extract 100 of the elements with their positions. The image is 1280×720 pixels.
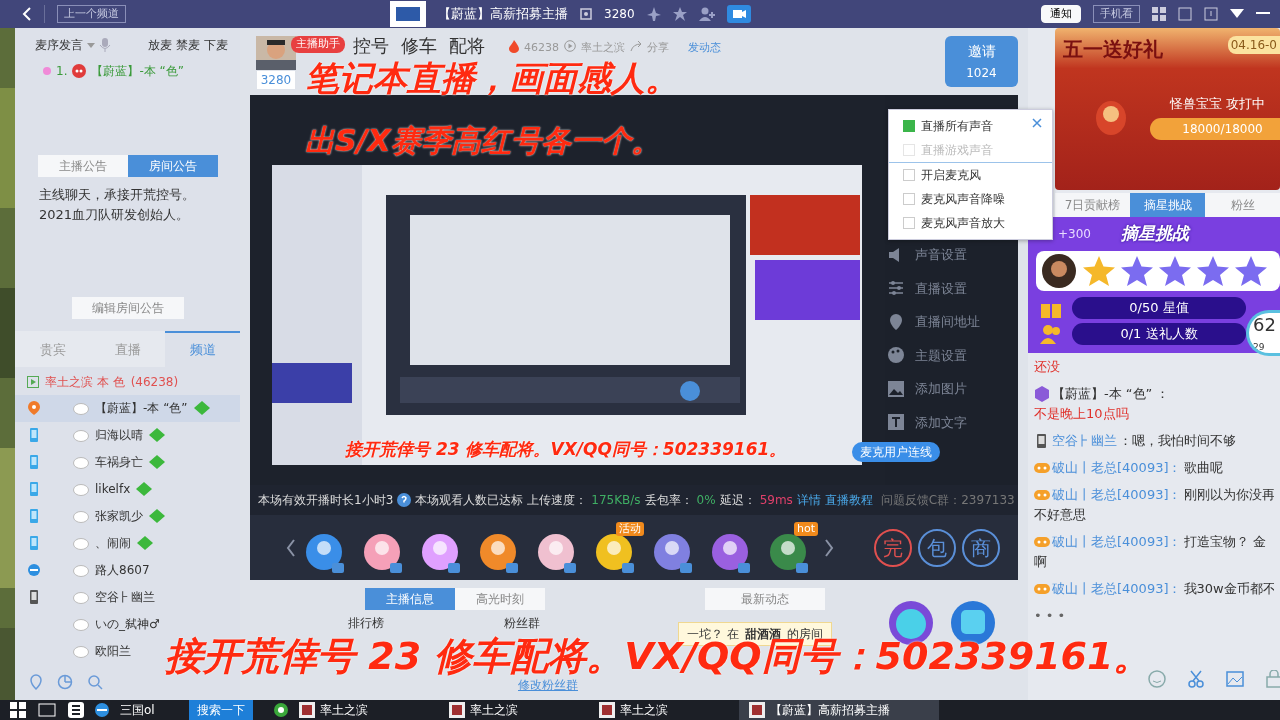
search-button[interactable]: 搜索一下 [188,700,253,720]
ranking-tab[interactable]: 粉丝 [1205,193,1280,217]
user-name[interactable]: いの_弑神♂ [95,615,160,633]
user-name[interactable]: 欧阳兰 [95,642,131,660]
user-row[interactable]: 车祸身亡 [15,448,171,476]
palette-icon[interactable] [887,346,905,365]
mobile-view-button[interactable]: 手机看 [1093,5,1140,23]
user-name[interactable]: 路人8607 [95,561,150,579]
taskbar-item[interactable]: 率土之滨 [438,700,589,720]
queue-index: 1. [56,63,68,80]
latest-news-tab[interactable]: 最新动态 [705,588,825,610]
user-name[interactable]: likelfx [95,480,131,498]
option-label[interactable]: 开启麦克风 [921,166,981,184]
option-label[interactable]: 麦克风声音放大 [921,214,1005,232]
score-value: 62 [1253,313,1277,337]
info-tab[interactable]: 主播信息 [365,588,455,610]
tutorial-link[interactable]: 直播教程 [824,491,873,509]
close-icon[interactable] [1032,118,1042,128]
gift-tag: 活动 [616,521,644,536]
invite-button[interactable]: 邀请 1024 [945,36,1018,87]
taskbar-item[interactable]: 【蔚蓝】高薪招募主播 [738,700,939,720]
start-icon[interactable] [10,702,26,718]
gift-tool-button[interactable]: 商 [962,528,1000,567]
user-name[interactable]: 【蔚蓝】-本 “色” [95,399,188,417]
phone-icon [27,509,41,523]
checkbox[interactable] [903,120,915,132]
star-icon[interactable] [672,7,687,21]
event-banner[interactable]: 五一送好礼 04.16-0 怪兽宝宝 攻打中 18000/18000 [1055,28,1280,190]
checkbox[interactable] [903,169,915,181]
mic-action-link[interactable]: 下麦 [204,36,228,54]
side-menu-item[interactable]: 直播设置 [915,278,967,298]
checkbox[interactable] [903,193,915,205]
info-tab[interactable]: 高光时刻 [455,588,545,610]
minimize-icon[interactable] [1256,12,1270,16]
task-view-icon[interactable] [38,703,56,717]
mic-mode-label[interactable]: 麦序发言 [35,36,83,54]
side-menu-item[interactable]: 主题设置 [915,345,967,365]
help-icon[interactable] [397,493,412,507]
notice-tab[interactable]: 主播公告 [37,155,128,177]
user-name[interactable]: 车祸身亡 [95,453,143,471]
option-label[interactable]: 直播所有声音 [921,117,993,135]
app-taskbar-item[interactable]: 三国ol [110,700,165,720]
logo-icon [390,1,426,27]
image-icon[interactable] [887,379,905,398]
scissors-icon[interactable] [1188,670,1204,688]
add-user-icon[interactable] [698,7,715,21]
side-menu-item[interactable]: 添加文字 [915,412,967,432]
text-icon[interactable] [887,413,905,432]
user-row[interactable]: いの_弑神♂ [15,610,166,638]
app-icon [298,702,315,718]
user-row[interactable]: likelfx [15,475,159,503]
chat-user-name[interactable]: 【蔚蓝】-本 “色” ： [1052,383,1170,404]
grid-icon[interactable] [1152,7,1166,21]
user-row[interactable]: 【蔚蓝】-本 “色” [15,394,240,422]
avatar-icon [73,455,89,469]
user-row[interactable]: 空谷⺊幽兰 [15,583,161,611]
user-row[interactable]: 归海以晴 [15,421,171,449]
user-name[interactable]: 张家凯少 [95,507,143,525]
details-link[interactable]: 详情 [796,491,821,509]
back-icon[interactable] [22,7,32,21]
ranking-tab[interactable]: 7日贡献榜 [1055,193,1130,217]
viewers-icon [580,8,592,20]
pin-icon[interactable] [887,312,905,331]
edit-notice-button[interactable]: 编辑房间公告 [71,297,184,319]
dropdown-icon[interactable] [1230,9,1244,19]
checkbox[interactable] [903,217,915,229]
overlay-caption: 出S/X赛季高红号各一个。 [305,124,661,157]
ranking-tab[interactable]: 摘星挑战 [1130,193,1205,217]
taskbar-item[interactable]: 率土之滨 [588,700,739,720]
channel-name[interactable]: 率土之滨 本 色 [45,372,125,391]
previous-channel-button[interactable]: 上一个频道 [57,5,126,23]
image-icon[interactable] [1226,671,1244,687]
user-name[interactable]: 、闹闹 [95,534,131,552]
user-row[interactable]: 欧阳兰 [15,637,137,665]
user-name[interactable]: 空谷⺊幽兰 [95,588,155,606]
notice-button[interactable]: 通知 [1041,4,1081,24]
user-row[interactable]: 张家凯少 [15,502,171,530]
app-icon[interactable] [68,702,84,718]
gift-tool-button[interactable]: 完 [874,528,912,567]
taskbar-item[interactable]: 率土之滨 [288,700,439,720]
user-row[interactable]: 、闹闹 [15,529,159,557]
mic-action-link[interactable]: 禁麦 [176,36,200,54]
invite-count: 1024 [966,65,997,82]
stream-duration: 本场有效开播时长1小时3 [258,492,394,509]
window-icon[interactable] [1178,7,1192,21]
user-row[interactable]: 路人8607 [15,556,156,584]
side-menu-item[interactable]: 直播间地址 [915,312,980,332]
chat-message: 刚刚以为你没再 [1183,485,1274,504]
camera-icon[interactable] [726,5,751,23]
connect-users-button[interactable]: 麦克用户连线 [852,442,940,462]
side-menu-item[interactable]: 添加图片 [915,379,967,399]
gift-tool-button[interactable]: 包 [918,528,956,567]
sliders-icon[interactable] [887,279,905,298]
mic-action-link[interactable]: 放麦 [148,36,172,54]
user-name[interactable]: 归海以晴 [95,426,143,444]
title-tag: 配将 [449,32,485,59]
side-menu-item[interactable]: 声音设置 [915,245,967,265]
option-label[interactable]: 麦克风声音降噪 [921,190,1005,208]
more-indicator[interactable]: • • • [1034,605,1274,626]
notice-tab[interactable]: 房间公告 [127,155,218,177]
